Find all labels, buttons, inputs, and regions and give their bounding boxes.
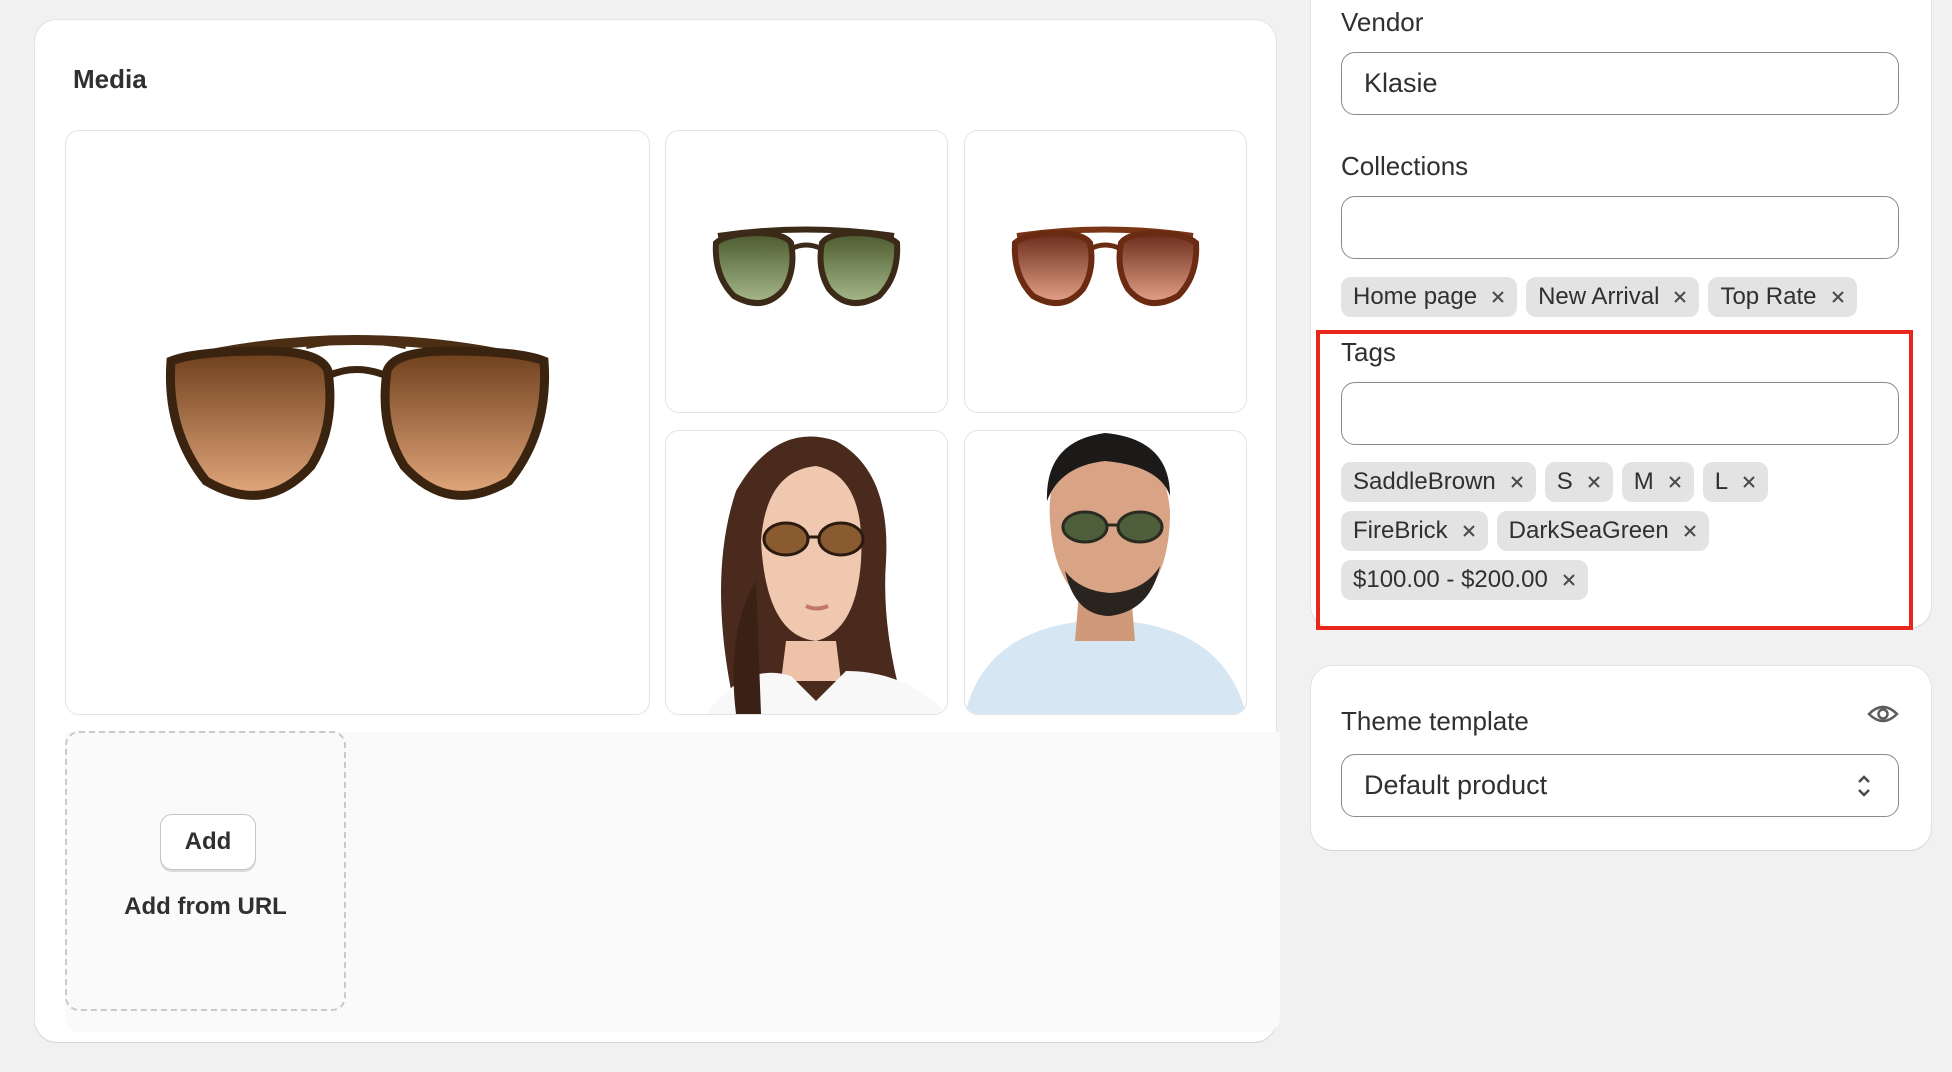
vendor-value: Klasie (1364, 68, 1438, 98)
sunglasses-red-image (1011, 226, 1200, 306)
add-media-button[interactable]: Add (160, 814, 256, 870)
collections-chip-list: Home page New Arrival Top Rate (1341, 277, 1857, 317)
chip-label: Top Rate (1720, 283, 1817, 310)
theme-template-label: Theme template (1341, 706, 1529, 736)
remove-chip-icon[interactable] (1671, 288, 1689, 306)
vendor-label: Vendor (1341, 7, 1424, 37)
remove-chip-icon[interactable] (1489, 288, 1507, 306)
collection-chip: New Arrival (1526, 277, 1700, 317)
sunglasses-green-image (712, 226, 901, 306)
media-image-main[interactable] (65, 130, 650, 715)
tags-highlight-box (1316, 330, 1913, 630)
woman-model-image (706, 436, 947, 714)
media-image-model-man[interactable] (964, 430, 1247, 715)
media-card: Media Add Add from URL (35, 20, 1280, 1042)
collections-input[interactable] (1341, 196, 1899, 259)
man-model-image (965, 433, 1246, 714)
collection-chip: Top Rate (1708, 277, 1857, 317)
media-title: Media (73, 64, 147, 94)
add-from-url-link[interactable]: Add from URL (67, 893, 344, 921)
media-image-model-woman[interactable] (665, 430, 948, 715)
theme-template-value: Default product (1364, 770, 1548, 800)
theme-template-card: Theme template Default product (1311, 666, 1931, 850)
sunglasses-brown-image (165, 335, 550, 500)
collections-label: Collections (1341, 151, 1469, 181)
vendor-input[interactable]: Klasie (1341, 52, 1899, 115)
eye-icon[interactable] (1867, 702, 1899, 726)
remove-chip-icon[interactable] (1829, 288, 1847, 306)
media-add-dropzone[interactable]: Add Add from URL (65, 731, 346, 1011)
media-image-green[interactable] (665, 130, 948, 413)
select-chevrons-icon (1854, 771, 1874, 801)
collection-chip: Home page (1341, 277, 1518, 317)
chip-label: Home page (1353, 283, 1478, 310)
media-image-red[interactable] (964, 130, 1247, 413)
chip-label: New Arrival (1538, 283, 1660, 310)
theme-template-select[interactable]: Default product (1341, 754, 1899, 817)
